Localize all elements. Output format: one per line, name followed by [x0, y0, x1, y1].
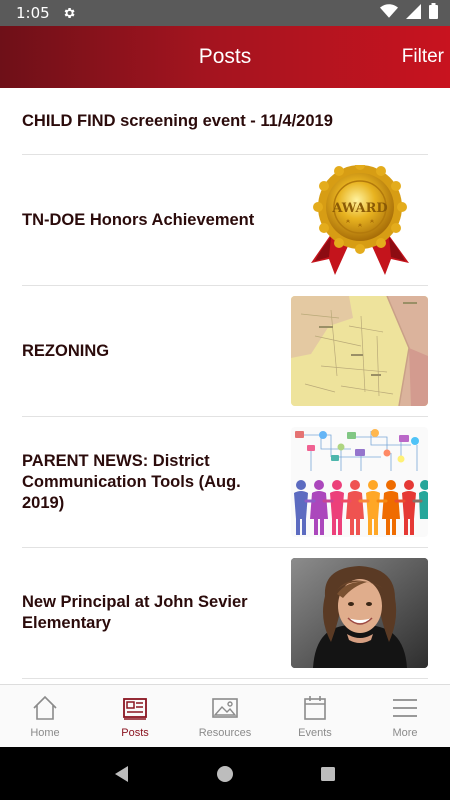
post-title: TN-DOE Honors Achievement [22, 210, 255, 229]
nav-posts[interactable]: Posts [90, 685, 180, 747]
home-circle-icon[interactable] [213, 762, 237, 786]
post-title: CHILD FIND screening event - 11/4/2019 [22, 111, 333, 130]
recents-square-icon[interactable] [316, 762, 340, 786]
home-icon [30, 693, 60, 723]
award-seal-image: AWARD [291, 165, 428, 275]
page-title: Posts [198, 45, 252, 68]
calendar-icon [300, 693, 330, 723]
settings-gear-icon [62, 6, 76, 20]
nav-resources-label: Resources [198, 727, 252, 739]
list-item[interactable]: CHILD FIND screening event - 11/4/2019 [22, 88, 428, 155]
filter-button[interactable]: Filter [402, 26, 444, 88]
nav-events[interactable]: Events [270, 685, 360, 747]
seal-text: AWARD [331, 201, 387, 216]
nav-home[interactable]: Home [0, 685, 90, 747]
zoning-map-image [291, 296, 428, 406]
post-list[interactable]: CHILD FIND screening event - 11/4/2019 T… [0, 88, 450, 684]
list-item[interactable]: New Principal at John Sevier Elementary [22, 548, 428, 679]
back-icon[interactable] [110, 762, 134, 786]
image-icon [210, 693, 240, 723]
menu-icon [390, 693, 420, 723]
post-title: PARENT NEWS: District Communication Tool… [22, 451, 241, 512]
list-item[interactable]: REZONING [22, 286, 428, 417]
status-icons [380, 3, 438, 23]
status-time: 1:05 [16, 4, 50, 22]
nav-events-label: Events [298, 727, 332, 739]
nav-more-label: More [392, 727, 418, 739]
nav-posts-label: Posts [121, 727, 149, 739]
app-bar: Posts Filter [0, 26, 450, 88]
people-network-image [291, 427, 428, 537]
system-nav-bar [0, 747, 450, 800]
status-bar: 1:05 [0, 0, 450, 26]
post-title: REZONING [22, 341, 110, 360]
post-title: New Principal at John Sevier Elementary [22, 593, 248, 632]
wifi-icon [380, 4, 398, 22]
nav-more[interactable]: More [360, 685, 450, 747]
newspaper-icon [120, 693, 150, 723]
principal-portrait-image [291, 558, 428, 668]
nav-home-label: Home [30, 727, 60, 739]
cell-signal-icon [406, 3, 421, 23]
bottom-nav: Home Posts Resources Events More [0, 684, 450, 747]
battery-icon [429, 3, 438, 23]
list-item[interactable]: TN-DOE Honors Achievement AWARD [22, 155, 428, 286]
list-item[interactable]: PARENT NEWS: District Communication Tool… [22, 417, 428, 548]
nav-resources[interactable]: Resources [180, 685, 270, 747]
